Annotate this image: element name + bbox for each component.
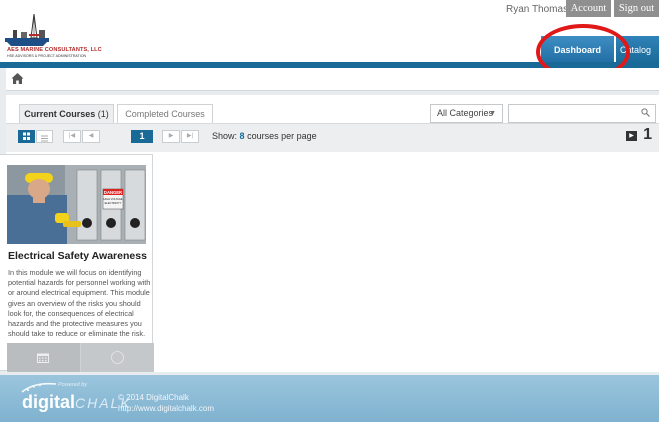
course-description: In this module we will focus on identify… — [8, 268, 151, 339]
search-icon[interactable] — [641, 108, 650, 119]
user-name: Ryan Thomas — [506, 4, 569, 15]
search-input[interactable] — [508, 104, 656, 123]
course-card-footer — [7, 343, 154, 372]
first-page-icon: |◀ — [68, 133, 76, 139]
grid-icon — [23, 132, 30, 140]
tab-catalog[interactable]: Catalog — [616, 36, 659, 64]
next-page-button[interactable]: ▶ — [162, 130, 180, 143]
course-title[interactable]: Electrical Safety Awareness — [8, 250, 147, 262]
tab-dashboard[interactable]: Dashboard — [541, 36, 614, 64]
copyright: © 2014 DigitalChalk — [118, 393, 189, 402]
home-icon[interactable] — [10, 71, 25, 86]
prev-page-button[interactable]: ◀ — [82, 130, 100, 143]
last-page-button[interactable]: ▶| — [181, 130, 199, 143]
last-page-icon: ▶| — [186, 133, 194, 139]
courses-panel: Current Courses (1) Completed Courses Al… — [0, 95, 659, 372]
tab-current-courses[interactable]: Current Courses (1) — [19, 104, 114, 123]
category-select[interactable]: All Categories ▼ — [430, 104, 503, 123]
tab-current-courses-count: (1) — [97, 109, 109, 119]
sign-out-button[interactable]: Sign out — [614, 0, 659, 17]
powered-by-label: Powered by — [58, 382, 88, 388]
course-toolbar: |◀ ◀ 1 ▶ ▶| Show: 8 courses per page ▶ 1 — [6, 123, 659, 152]
calendar-icon — [37, 353, 49, 363]
footer-brand[interactable]: digitalCHALK — [22, 392, 132, 413]
course-thumbnail[interactable]: DANGER HIGH VOLTAGE ELECTRICITY — [7, 165, 146, 244]
category-select-value: All Categories — [437, 108, 494, 118]
per-page-selector[interactable]: Show: 8 courses per page — [212, 131, 317, 141]
tab-completed-courses[interactable]: Completed Courses — [117, 104, 213, 123]
breadcrumb — [6, 68, 659, 91]
current-page-button[interactable]: 1 — [131, 130, 153, 143]
chevron-down-icon: ▼ — [489, 110, 496, 117]
company-logo[interactable]: AES MARINE CONSULTANTS, LLC HSE ADVISORS… — [5, 8, 115, 58]
list-view-button[interactable] — [36, 130, 53, 143]
schedule-button[interactable] — [7, 343, 80, 372]
electrician-image-icon: DANGER HIGH VOLTAGE ELECTRICITY — [7, 165, 146, 244]
company-name: AES MARINE CONSULTANTS, LLC — [7, 47, 102, 53]
brand-main: digital — [22, 392, 75, 412]
next-page-icon: ▶ — [168, 133, 174, 139]
footer: Powered by digitalCHALK © 2014 DigitalCh… — [0, 375, 659, 422]
tab-current-courses-label: Current Courses — [24, 109, 96, 119]
footer-link[interactable]: http://www.digitalchalk.com — [118, 404, 214, 413]
grid-view-button[interactable] — [18, 130, 35, 143]
first-page-button[interactable]: |◀ — [63, 130, 81, 143]
progress-button[interactable] — [81, 343, 154, 372]
per-page-value[interactable]: 8 — [240, 131, 245, 141]
company-tagline: HSE ADVISORS & PROJECT ADMINISTRATION — [7, 54, 87, 58]
show-label: Show: — [212, 131, 238, 141]
account-button[interactable]: Account — [566, 0, 611, 17]
course-count-value: 1 — [643, 126, 652, 143]
play-icon: ▶ — [626, 131, 637, 141]
per-page-suffix: courses per page — [247, 131, 317, 141]
list-icon — [41, 135, 48, 142]
electricity-label: ELECTRICITY — [105, 201, 122, 205]
rig-logo-icon — [5, 13, 49, 46]
course-card[interactable]: DANGER HIGH VOLTAGE ELECTRICITY Electric… — [0, 154, 154, 372]
progress-circle-icon — [111, 351, 124, 364]
prev-page-icon: ◀ — [88, 133, 94, 139]
danger-sign-label: DANGER — [104, 190, 122, 195]
high-voltage-label: HIGH VOLTAGE — [103, 197, 122, 201]
